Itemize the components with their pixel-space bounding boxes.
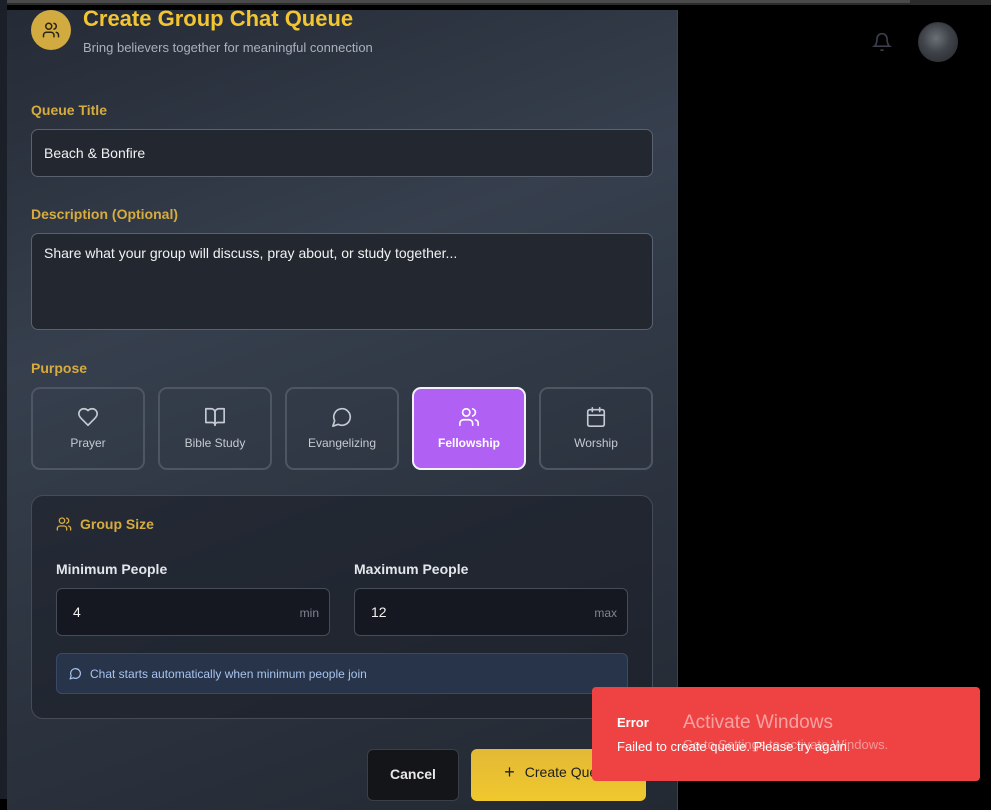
purpose-label-prayer: Prayer (70, 436, 106, 450)
users-icon (56, 517, 72, 531)
scrollbar-thumb[interactable] (0, 0, 910, 3)
purpose-label-fellowship: Fellowship (437, 436, 500, 450)
purpose-label-worship: Worship (574, 436, 618, 450)
dialog-subtitle: Bring believers together for meaningful … (83, 40, 373, 55)
heart-icon (78, 407, 98, 427)
purpose-bible-study[interactable]: Bible Study (158, 387, 272, 470)
dialog-title: Create Group Chat Queue (83, 6, 354, 31)
cancel-button[interactable]: Cancel (367, 749, 459, 801)
min-people-label: Minimum People (56, 561, 168, 577)
purpose-label-evangelizing: Evangelizing (307, 436, 377, 450)
min-unit: min (299, 606, 319, 620)
max-people-value: 12 (371, 604, 387, 620)
group-size-title: Group Size (80, 516, 154, 532)
plus-icon: + (504, 762, 515, 782)
queue-title-input[interactable]: Beach & Bonfire (31, 129, 653, 177)
windows-watermark-subtitle: Go to Settings to activate Windows. (683, 737, 889, 752)
calendar-icon (586, 407, 606, 427)
purpose-prayer[interactable]: Prayer (31, 387, 145, 470)
queue-title-label: Queue Title (31, 102, 107, 118)
min-people-value: 4 (73, 604, 81, 620)
purpose-label: Purpose (31, 360, 88, 376)
error-toast[interactable]: Error Failed to create queue. Please try… (592, 687, 980, 781)
max-people-input[interactable]: 12 max (354, 588, 628, 636)
group-size-info-text: Chat starts automatically when minimum p… (90, 666, 367, 681)
toast-title: Error (617, 715, 649, 730)
users-icon (459, 407, 479, 427)
chat-bubble-icon (332, 407, 352, 427)
group-size-panel: Group Size Minimum People 4 min Maximum … (31, 495, 653, 719)
group-size-info: Chat starts automatically when minimum p… (56, 653, 628, 694)
window-top-scrollbar[interactable] (0, 0, 991, 5)
windows-watermark-title: Activate Windows (683, 712, 833, 733)
purpose-worship[interactable]: Worship (539, 387, 653, 470)
bell-icon[interactable] (872, 32, 892, 52)
max-unit: max (594, 606, 617, 620)
purpose-label-bible-study: Bible Study (184, 436, 246, 450)
description-label: Description (Optional) (31, 206, 178, 222)
max-people-label: Maximum People (354, 561, 469, 577)
min-people-input[interactable]: 4 min (56, 588, 330, 636)
sidebar-edge (0, 0, 7, 799)
create-queue-dialog: Create Group Chat Queue Bring believers … (7, 6, 678, 810)
avatar[interactable] (918, 22, 958, 62)
book-icon (205, 407, 225, 427)
description-textarea[interactable]: Share what your group will discuss, pray… (31, 233, 653, 330)
purpose-fellowship[interactable]: Fellowship (412, 387, 526, 470)
chat-bubble-icon (69, 668, 81, 680)
users-icon (31, 10, 71, 50)
purpose-evangelizing[interactable]: Evangelizing (285, 387, 399, 470)
